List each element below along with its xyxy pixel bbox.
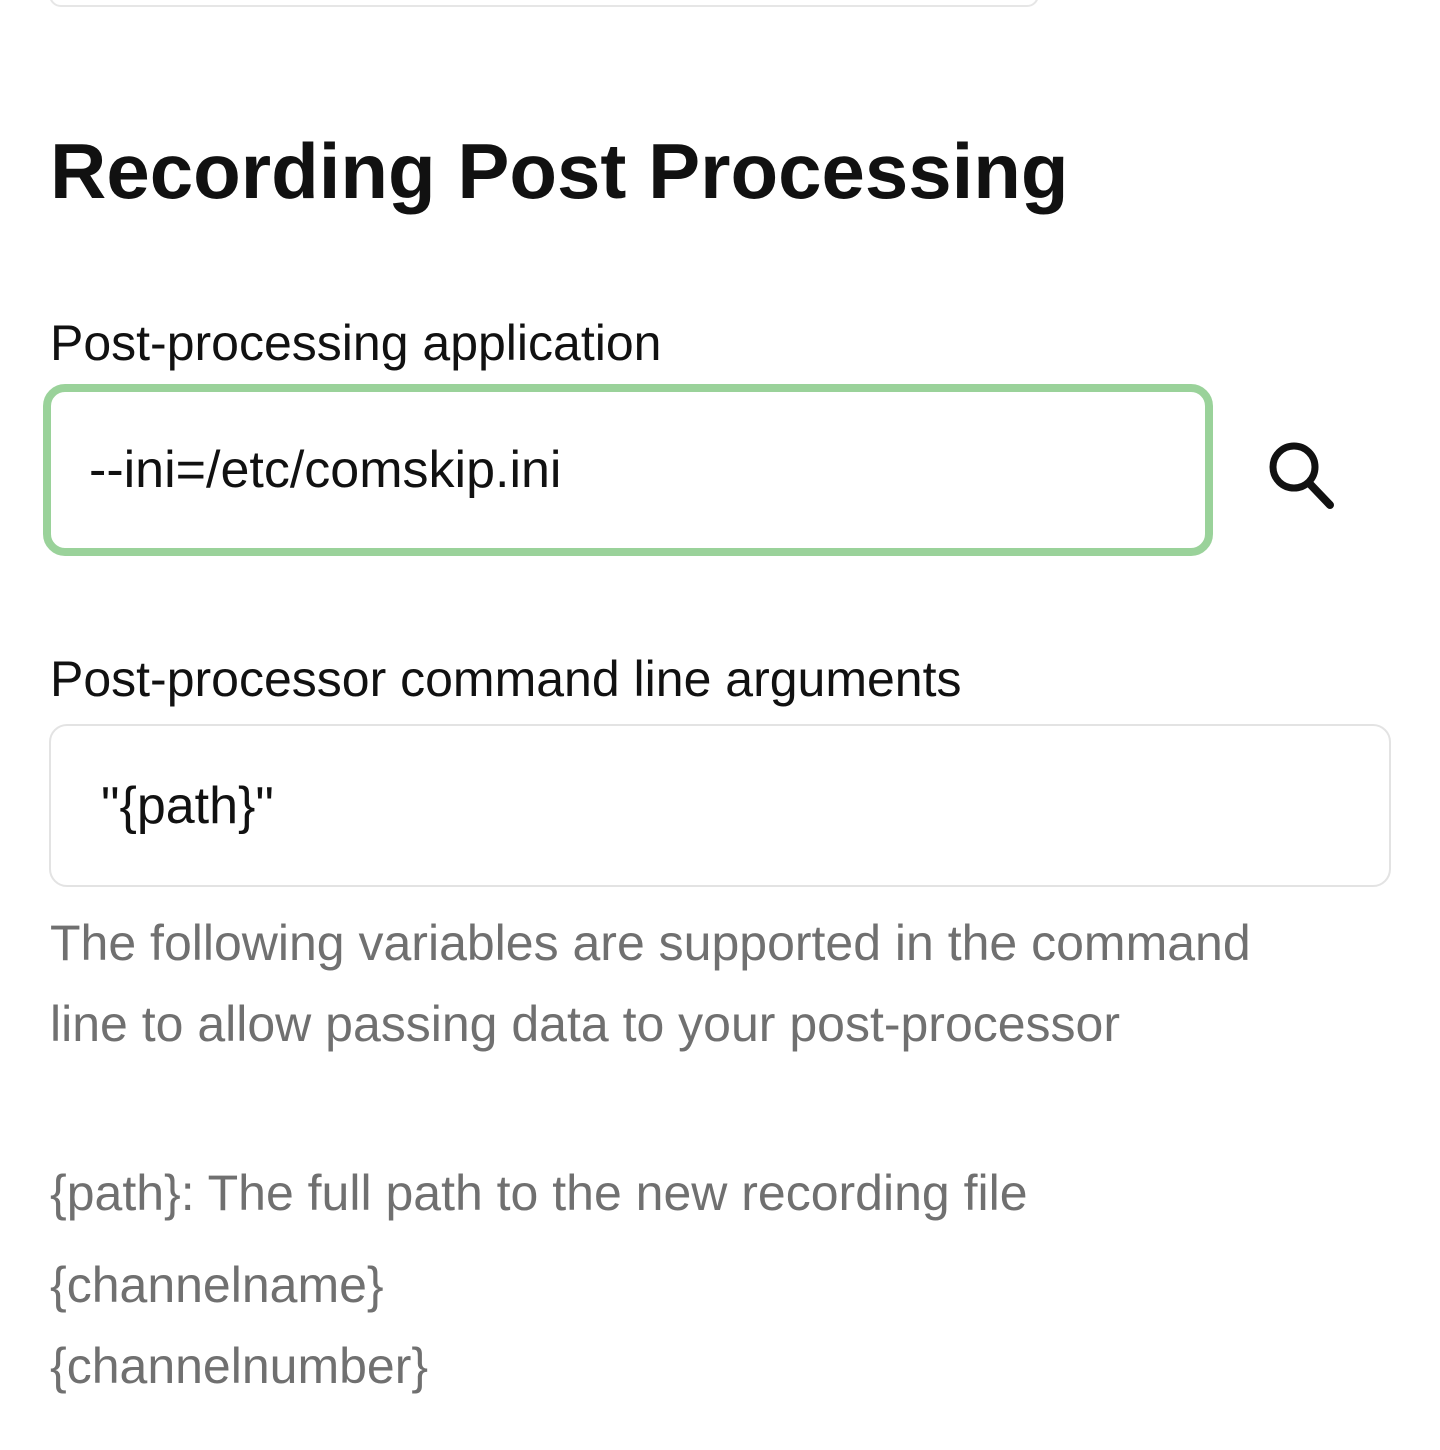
search-icon bbox=[1264, 437, 1336, 516]
post-processing-application-label: Post-processing application bbox=[50, 315, 662, 371]
variable-path-description: {path}: The full path to the new recordi… bbox=[50, 1165, 1028, 1221]
command-line-arguments-label: Post-processor command line arguments bbox=[50, 651, 962, 707]
variables-help-text: The following variables are supported in… bbox=[50, 915, 1251, 1052]
variable-channelname: {channelname} bbox=[50, 1257, 384, 1313]
variable-channelnumber: {channelnumber} bbox=[50, 1338, 429, 1394]
browse-button[interactable] bbox=[1258, 434, 1342, 518]
post-processing-application-input[interactable] bbox=[43, 384, 1213, 556]
command-line-arguments-input[interactable] bbox=[49, 724, 1391, 887]
section-title: Recording Post Processing bbox=[50, 127, 1069, 215]
settings-page: Recording Post Processing Post-processin… bbox=[0, 0, 1440, 1450]
previous-field-bottom-edge bbox=[49, 0, 1039, 7]
